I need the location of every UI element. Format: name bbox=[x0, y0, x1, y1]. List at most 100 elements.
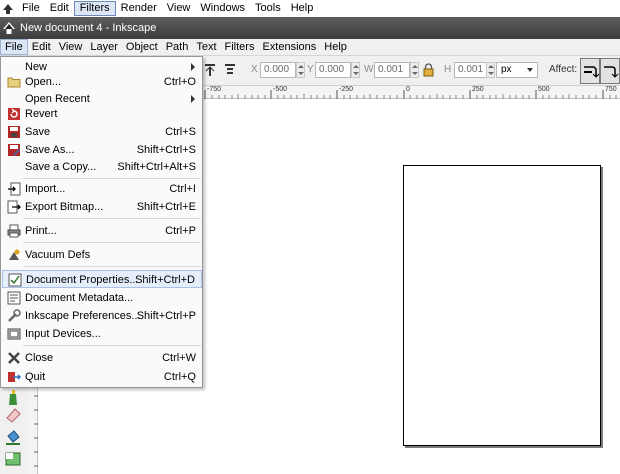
menu-extensions[interactable]: Extensions bbox=[258, 39, 320, 55]
inkscape-app-icon bbox=[3, 22, 15, 34]
paint-bucket-tool-icon[interactable] bbox=[4, 428, 22, 446]
inkscape-logo-icon bbox=[3, 3, 13, 14]
vertical-ruler bbox=[28, 388, 38, 474]
menu-separator bbox=[23, 178, 201, 179]
ruler-label: -750 bbox=[207, 86, 222, 93]
menu-item-save-a-copy[interactable]: Save a Copy... Shift+Ctrl+Alt+S bbox=[2, 158, 202, 176]
x-input[interactable]: 0.000 bbox=[260, 62, 296, 78]
vacuum-icon bbox=[9, 249, 20, 260]
file-menu-dropdown: New Open... Ctrl+O Open Recent Revert Sa… bbox=[0, 56, 203, 388]
lock-icon[interactable] bbox=[423, 63, 434, 77]
save-icon bbox=[8, 126, 20, 138]
menu-item-label: Inkscape Preferences... bbox=[25, 310, 141, 322]
host-menu-tools[interactable]: Tools bbox=[250, 1, 286, 16]
menu-edit[interactable]: Edit bbox=[28, 39, 55, 55]
y-label: Y bbox=[307, 64, 314, 75]
shortcut-label: Shift+Ctrl+D bbox=[135, 274, 195, 286]
menu-item-input-devices[interactable]: Input Devices... bbox=[2, 325, 202, 343]
menu-item-quit[interactable]: Quit Ctrl+Q bbox=[2, 368, 202, 386]
shortcut-label: Ctrl+P bbox=[165, 225, 196, 237]
host-menubar: File Edit Filters Render View Windows To… bbox=[0, 0, 620, 17]
raise-to-top-icon[interactable] bbox=[202, 62, 218, 78]
eraser-tool-icon[interactable] bbox=[4, 406, 22, 424]
submenu-arrow-icon bbox=[191, 63, 195, 71]
menu-item-label: Document Properties... bbox=[26, 274, 139, 286]
x-label: X bbox=[251, 64, 258, 75]
shortcut-label: Shift+Ctrl+S bbox=[136, 144, 196, 156]
menu-separator bbox=[23, 218, 201, 219]
unit-select[interactable]: px bbox=[496, 62, 538, 78]
ruler-label: -250 bbox=[339, 86, 354, 93]
menu-item-document-metadata[interactable]: Document Metadata... bbox=[2, 289, 202, 307]
menu-file[interactable]: File bbox=[0, 39, 28, 55]
shortcut-label: Ctrl+S bbox=[165, 126, 196, 138]
import-icon bbox=[8, 182, 21, 196]
host-menu-help[interactable]: Help bbox=[286, 1, 319, 16]
menu-item-save[interactable]: Save Ctrl+S bbox=[2, 123, 202, 141]
menu-view[interactable]: View bbox=[55, 39, 87, 55]
ruler-label: 750 bbox=[605, 86, 617, 93]
menu-layer[interactable]: Layer bbox=[86, 39, 122, 55]
document-page[interactable] bbox=[403, 165, 601, 446]
host-menu-view[interactable]: View bbox=[162, 1, 196, 16]
ruler-label: 0 bbox=[406, 86, 410, 93]
gradient-tool-icon[interactable] bbox=[4, 450, 22, 468]
w-spin-buttons[interactable] bbox=[410, 62, 419, 78]
export-icon bbox=[7, 200, 21, 214]
host-menu-windows[interactable]: Windows bbox=[195, 1, 250, 16]
shortcut-label: Ctrl+Q bbox=[163, 371, 196, 383]
host-menu-render[interactable]: Render bbox=[116, 1, 162, 16]
w-label: W bbox=[364, 64, 374, 75]
menu-item-label: Open... bbox=[25, 76, 62, 88]
revert-icon bbox=[8, 108, 20, 120]
menu-text[interactable]: Text bbox=[192, 39, 220, 55]
menu-separator bbox=[23, 242, 201, 243]
menu-path[interactable]: Path bbox=[162, 39, 193, 55]
menu-item-label: Save As... bbox=[25, 144, 75, 156]
y-spin-buttons[interactable] bbox=[351, 62, 360, 78]
menu-item-label: Vacuum Defs bbox=[25, 249, 91, 261]
spray-tool-icon[interactable] bbox=[4, 388, 22, 406]
folder-icon bbox=[7, 77, 21, 88]
affect-label: Affect: bbox=[549, 64, 578, 75]
menu-object[interactable]: Object bbox=[122, 39, 162, 55]
menu-item-label: Revert bbox=[25, 108, 58, 120]
align-buttons bbox=[202, 62, 238, 78]
menu-item-label: Import... bbox=[25, 183, 66, 195]
vertical-ruler-ticks bbox=[34, 395, 38, 467]
menu-filters[interactable]: Filters bbox=[221, 39, 259, 55]
host-menu-filters[interactable]: Filters bbox=[73, 1, 116, 16]
x-spin-buttons[interactable] bbox=[296, 62, 305, 78]
menu-item-import[interactable]: Import... Ctrl+I bbox=[2, 180, 202, 198]
shortcut-label: Shift+Ctrl+Alt+S bbox=[117, 161, 196, 173]
h-spin-buttons[interactable] bbox=[486, 62, 495, 78]
window-title: New document 4 - Inkscape bbox=[20, 22, 157, 34]
menu-item-export-bitmap[interactable]: Export Bitmap... Shift+Ctrl+E bbox=[2, 198, 202, 216]
affect-corners-button[interactable] bbox=[600, 58, 620, 84]
horizontal-ruler: -750 -500 -250 0 250 500 750 bbox=[202, 86, 620, 99]
host-menu-edit[interactable]: Edit bbox=[45, 1, 74, 16]
save-as-icon bbox=[8, 144, 20, 156]
w-input[interactable]: 0.001 bbox=[374, 62, 410, 78]
host-menu-file[interactable]: File bbox=[17, 1, 45, 16]
menu-item-revert[interactable]: Revert bbox=[2, 105, 202, 123]
menu-item-label: Save bbox=[25, 126, 51, 138]
menu-item-print[interactable]: Print... Ctrl+P bbox=[2, 222, 202, 240]
menu-item-vacuum-defs[interactable]: Vacuum Defs bbox=[2, 246, 202, 264]
preferences-icon bbox=[8, 309, 21, 322]
shortcut-label: Shift+Ctrl+E bbox=[136, 201, 196, 213]
raise-icon[interactable] bbox=[222, 62, 238, 78]
shortcut-label: Shift+Ctrl+P bbox=[136, 310, 196, 322]
menu-item-document-properties[interactable]: Document Properties... Shift+Ctrl+D bbox=[2, 270, 202, 288]
h-input[interactable]: 0.001 bbox=[454, 62, 487, 78]
menu-item-save-as[interactable]: Save As... Shift+Ctrl+S bbox=[2, 141, 202, 159]
menu-item-inkscape-preferences[interactable]: Inkscape Preferences... Shift+Ctrl+P bbox=[2, 307, 202, 325]
menu-item-open[interactable]: Open... Ctrl+O bbox=[2, 73, 202, 91]
menu-help[interactable]: Help bbox=[320, 39, 351, 55]
shortcut-label: Ctrl+I bbox=[169, 183, 196, 195]
menu-item-close[interactable]: Close Ctrl+W bbox=[2, 349, 202, 367]
inkscape-menubar: File Edit View Layer Object Path Text Fi… bbox=[0, 39, 620, 56]
close-icon bbox=[8, 352, 20, 364]
y-input[interactable]: 0.000 bbox=[315, 62, 351, 78]
affect-stroke-button[interactable] bbox=[580, 58, 600, 84]
